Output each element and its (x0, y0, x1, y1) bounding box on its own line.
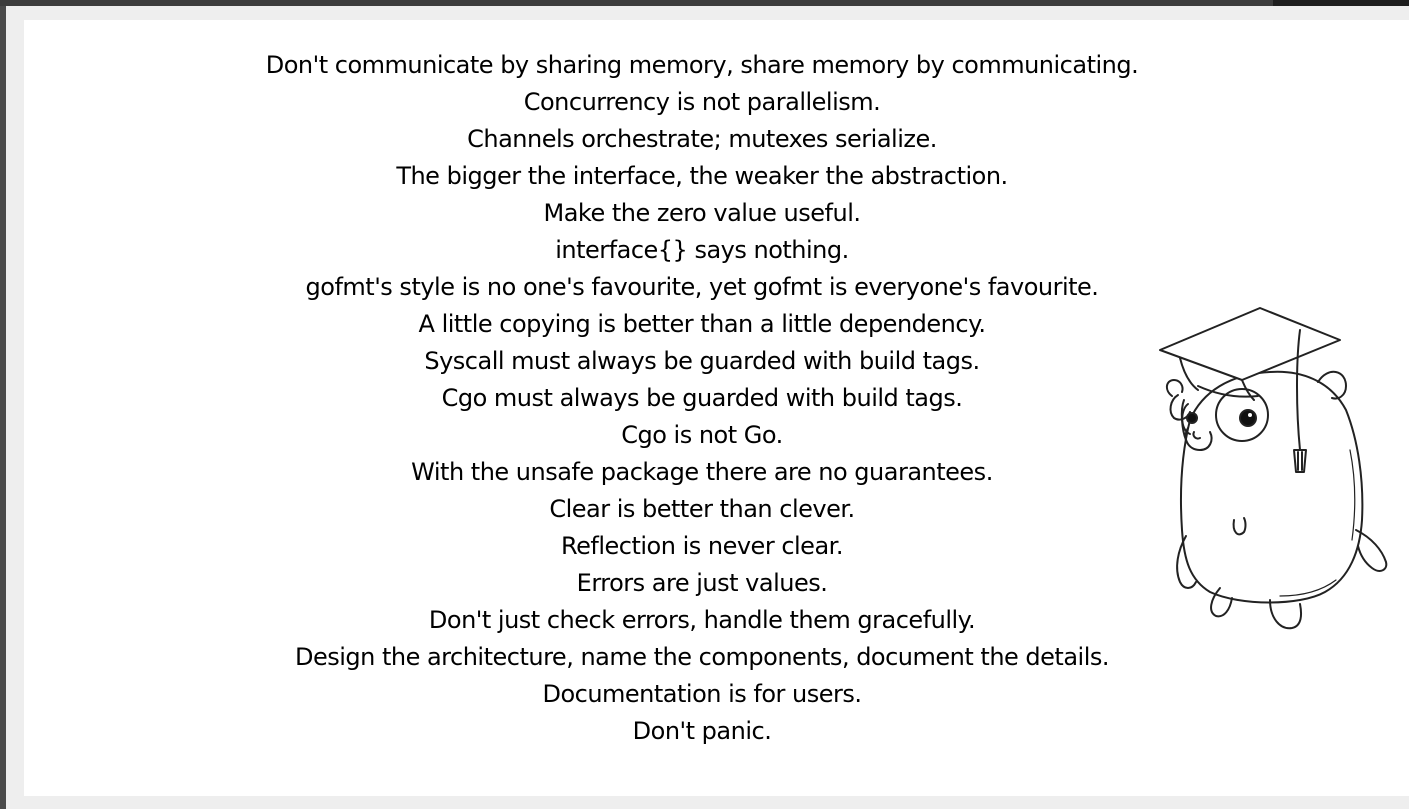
proverb: Don't communicate by sharing memory, sha… (265, 51, 1139, 79)
proverb: Make the zero value useful. (543, 199, 861, 227)
proverb: Concurrency is not parallelism. (523, 88, 881, 116)
proverb: Documentation is for users. (542, 680, 862, 708)
proverb: Channels orchestrate; mutexes serialize. (467, 125, 937, 153)
proverb: Design the architecture, name the compon… (294, 643, 1110, 671)
proverb: interface{} says nothing. (555, 236, 849, 264)
proverb: The bigger the interface, the weaker the… (396, 162, 1008, 190)
proverb: Don't panic. (632, 717, 772, 745)
gopher-graduate-icon (1150, 300, 1400, 640)
